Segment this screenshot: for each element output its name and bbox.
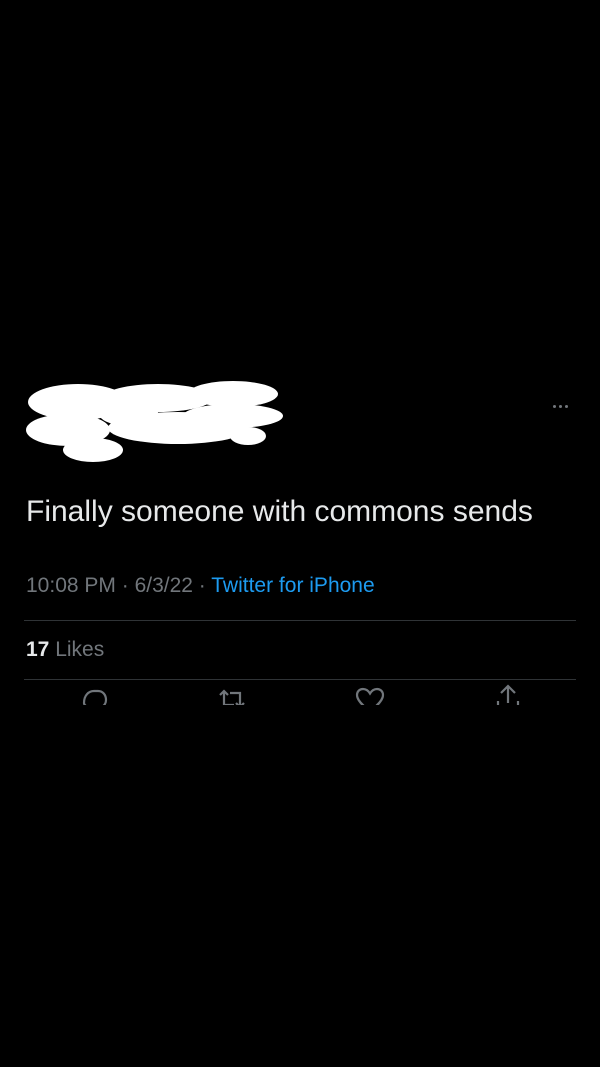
more-options-button[interactable]: [540, 396, 580, 416]
more-horizontal-icon-dot: [564, 404, 568, 408]
tweet-detail-screen: Finally someone with commons sends 10:08…: [0, 0, 600, 1067]
cropped-area: [0, 705, 600, 1067]
tweet-source-link[interactable]: Twitter for iPhone: [211, 574, 374, 597]
tweet-time[interactable]: 10:08 PM: [26, 574, 116, 597]
retweet-button[interactable]: [214, 681, 250, 705]
reply-icon: [82, 689, 108, 705]
share-icon: [496, 684, 520, 705]
likes-count: 17: [26, 638, 50, 661]
like-button[interactable]: [352, 681, 388, 705]
tweet-meta: 10:08 PM · 6/3/22 · Twitter for iPhone: [26, 572, 375, 600]
likes-link[interactable]: 17 Likes: [26, 636, 104, 664]
divider: [24, 679, 576, 680]
likes-label: Likes: [55, 638, 105, 661]
tweet-action-bar: [24, 681, 576, 705]
retweet-icon: [219, 689, 245, 705]
heart-icon: [355, 687, 385, 705]
tweet-text: Finally someone with commons sends: [26, 495, 533, 528]
redacted-author-scribble: [26, 381, 283, 462]
meta-separator: ·: [121, 574, 135, 597]
share-button[interactable]: [490, 681, 526, 705]
reply-button[interactable]: [76, 681, 112, 705]
meta-separator: ·: [198, 574, 212, 597]
more-horizontal-icon-dot: [558, 404, 562, 408]
more-horizontal-icon: [552, 404, 556, 408]
tweet-date[interactable]: 6/3/22: [135, 574, 193, 597]
divider: [24, 620, 576, 621]
